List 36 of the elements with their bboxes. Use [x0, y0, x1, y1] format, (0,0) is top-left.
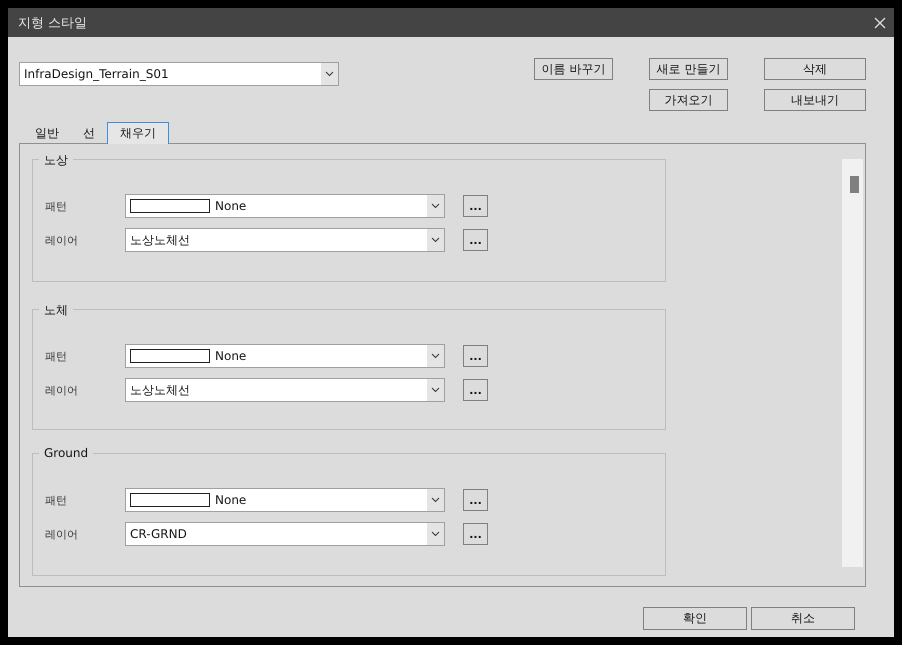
- group-title: 노체: [39, 302, 73, 319]
- scrollbar[interactable]: [842, 159, 863, 567]
- dropdown[interactable]: 노상노체선: [125, 378, 445, 402]
- group-title: 노상: [39, 152, 73, 169]
- dropdown[interactable]: None: [125, 488, 445, 512]
- browse-button[interactable]: ...: [463, 379, 488, 401]
- style-dropdown[interactable]: InfraDesign_Terrain_S01: [19, 62, 339, 86]
- tab[interactable]: 일반: [23, 123, 71, 143]
- tab[interactable]: 채우기: [107, 122, 169, 144]
- dropdown[interactable]: 노상노체선: [125, 228, 445, 252]
- dialog-button[interactable]: 확인: [643, 607, 747, 630]
- browse-button[interactable]: ...: [463, 195, 488, 217]
- action-button[interactable]: 이름 바꾸기: [534, 58, 613, 80]
- field-label: 패턴: [45, 348, 68, 364]
- dropdown[interactable]: CR-GRND: [125, 522, 445, 546]
- close-icon[interactable]: [872, 14, 888, 30]
- tab[interactable]: 선: [71, 123, 107, 143]
- action-button[interactable]: 내보내기: [764, 89, 866, 111]
- window-title: 지형 스타일: [18, 14, 88, 32]
- field-label: 패턴: [45, 198, 68, 214]
- action-button[interactable]: 가져오기: [649, 89, 728, 111]
- dialog-button[interactable]: 취소: [751, 607, 855, 630]
- scroll-thumb[interactable]: [850, 176, 859, 193]
- browse-button[interactable]: ...: [463, 489, 488, 511]
- action-button[interactable]: 삭제: [764, 58, 866, 80]
- action-button[interactable]: 새로 만들기: [649, 58, 728, 80]
- field-label: 레이어: [45, 526, 79, 542]
- browse-button[interactable]: ...: [463, 229, 488, 251]
- field-label: 레이어: [45, 382, 79, 398]
- field-label: 레이어: [45, 232, 79, 248]
- dropdown[interactable]: None: [125, 194, 445, 218]
- group-title: Ground: [39, 446, 94, 460]
- browse-button[interactable]: ...: [463, 523, 488, 545]
- browse-button[interactable]: ...: [463, 345, 488, 367]
- field-label: 패턴: [45, 492, 68, 508]
- dropdown[interactable]: None: [125, 344, 445, 368]
